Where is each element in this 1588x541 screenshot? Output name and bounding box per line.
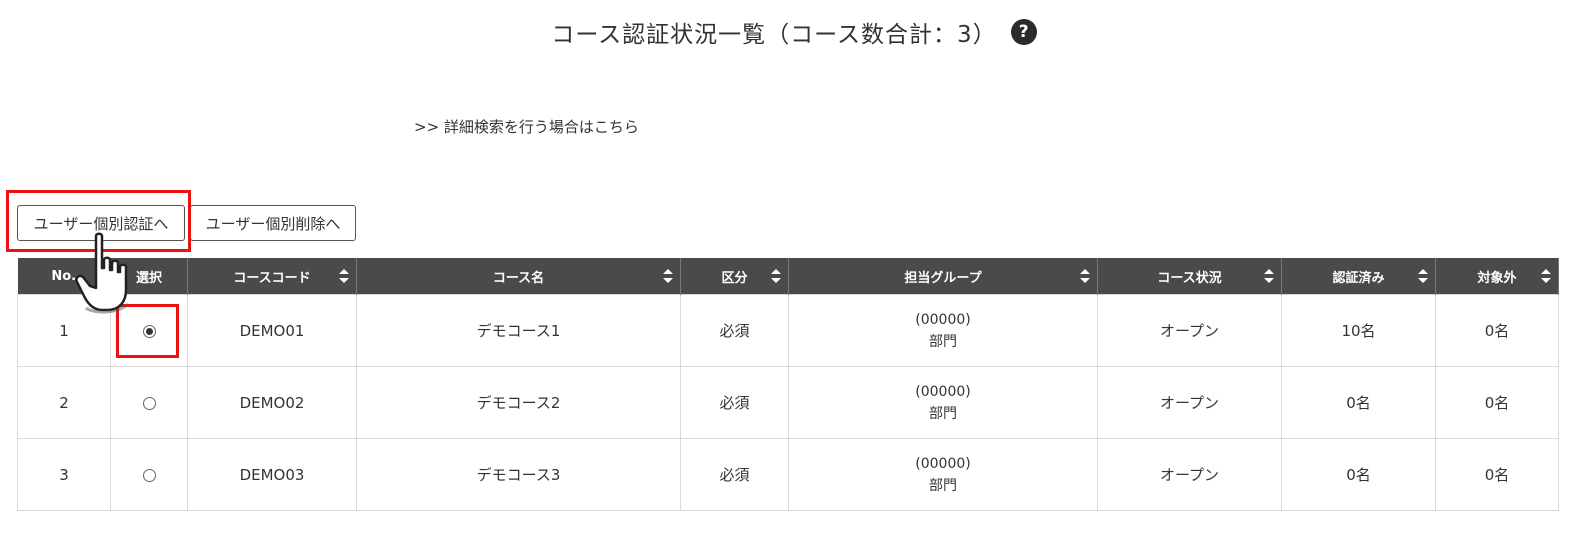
cell-category: 必須 (680, 438, 789, 511)
header-label: コースコード (233, 270, 311, 286)
header-label: No. (51, 268, 77, 284)
cell-excluded: 0名 (1435, 438, 1559, 511)
sort-updown-icon[interactable] (771, 269, 781, 283)
individual-delete-button[interactable]: ユーザー個別削除へ (190, 205, 356, 241)
header-label: コース状況 (1157, 270, 1222, 286)
group-code: (00000) (915, 455, 971, 472)
header-label: 選択 (135, 270, 162, 286)
cell-certified: 0名 (1281, 438, 1436, 511)
cell-group: (00000) 部門 (788, 294, 1098, 367)
group-name: 部門 (929, 333, 957, 350)
cell-no: 1 (17, 294, 111, 367)
header-course-name[interactable]: コース名 (356, 258, 681, 295)
select-radio[interactable] (142, 324, 156, 338)
cell-certified: 10名 (1281, 294, 1436, 367)
table-header-row: No. 選択 コースコード コース名 区分 担当グループ コース状況 認証済み … (17, 258, 1559, 295)
header-category[interactable]: 区分 (680, 258, 789, 295)
header-course-code[interactable]: コースコード (187, 258, 357, 295)
cell-course-status: オープン (1097, 366, 1282, 439)
group-code: (00000) (915, 383, 971, 400)
table-row: 2 DEMO02 デモコース2 必須 (00000) 部門 オープン 0名 0名 (17, 366, 1559, 439)
cell-course-code: DEMO01 (187, 294, 357, 367)
header-label: 担当グループ (904, 270, 982, 286)
sort-updown-icon[interactable] (339, 269, 349, 283)
sort-updown-icon[interactable] (1418, 269, 1428, 283)
cell-excluded: 0名 (1435, 294, 1559, 367)
sort-updown-icon[interactable] (1264, 269, 1274, 283)
cell-course-name: デモコース1 (356, 294, 681, 367)
header-label: 対象外 (1477, 270, 1517, 286)
cell-course-name: デモコース2 (356, 366, 681, 439)
select-radio[interactable] (142, 396, 156, 410)
sort-updown-icon[interactable] (663, 269, 673, 283)
cell-course-name: デモコース3 (356, 438, 681, 511)
table-row: 1 DEMO01 デモコース1 必須 (00000) 部門 オープン 10名 0名 (17, 294, 1559, 367)
cell-group: (00000) 部門 (788, 438, 1098, 511)
cell-select (110, 294, 188, 367)
header-label: 認証済み (1332, 270, 1385, 286)
select-radio[interactable] (142, 468, 156, 482)
header-no: No. (17, 258, 111, 295)
cell-no: 2 (17, 366, 111, 439)
group-name: 部門 (929, 477, 957, 494)
header-label: 区分 (721, 270, 748, 286)
cell-course-code: DEMO03 (187, 438, 357, 511)
cell-select (110, 438, 188, 511)
cell-excluded: 0名 (1435, 366, 1559, 439)
course-table: No. 選択 コースコード コース名 区分 担当グループ コース状況 認証済み … (17, 258, 1559, 511)
advanced-search-link[interactable]: >> 詳細検索を行う場合はこちら (414, 116, 639, 137)
individual-auth-button[interactable]: ユーザー個別認証へ (17, 205, 185, 241)
cell-select (110, 366, 188, 439)
cell-course-status: オープン (1097, 294, 1282, 367)
header-course-status[interactable]: コース状況 (1097, 258, 1282, 295)
cell-course-code: DEMO02 (187, 366, 357, 439)
sort-updown-icon[interactable] (1080, 269, 1090, 283)
header-select: 選択 (110, 258, 188, 295)
cell-group: (00000) 部門 (788, 366, 1098, 439)
title-row: コース認証状況一覧（コース数合計：3） ? (0, 12, 1588, 52)
group-code: (00000) (915, 311, 971, 328)
header-label: コース名 (492, 270, 545, 286)
header-group[interactable]: 担当グループ (788, 258, 1098, 295)
page-title: コース認証状況一覧（コース数合計：3） (551, 22, 997, 48)
question-circle-icon[interactable]: ? (1010, 19, 1037, 45)
cell-category: 必須 (680, 366, 789, 439)
header-excluded[interactable]: 対象外 (1435, 258, 1559, 295)
sort-updown-icon[interactable] (1541, 269, 1551, 283)
table-row: 3 DEMO03 デモコース3 必須 (00000) 部門 オープン 0名 0名 (17, 438, 1559, 511)
cell-course-status: オープン (1097, 438, 1282, 511)
cell-certified: 0名 (1281, 366, 1436, 439)
header-certified[interactable]: 認証済み (1281, 258, 1436, 295)
group-name: 部門 (929, 405, 957, 422)
cell-category: 必須 (680, 294, 789, 367)
cell-no: 3 (17, 438, 111, 511)
